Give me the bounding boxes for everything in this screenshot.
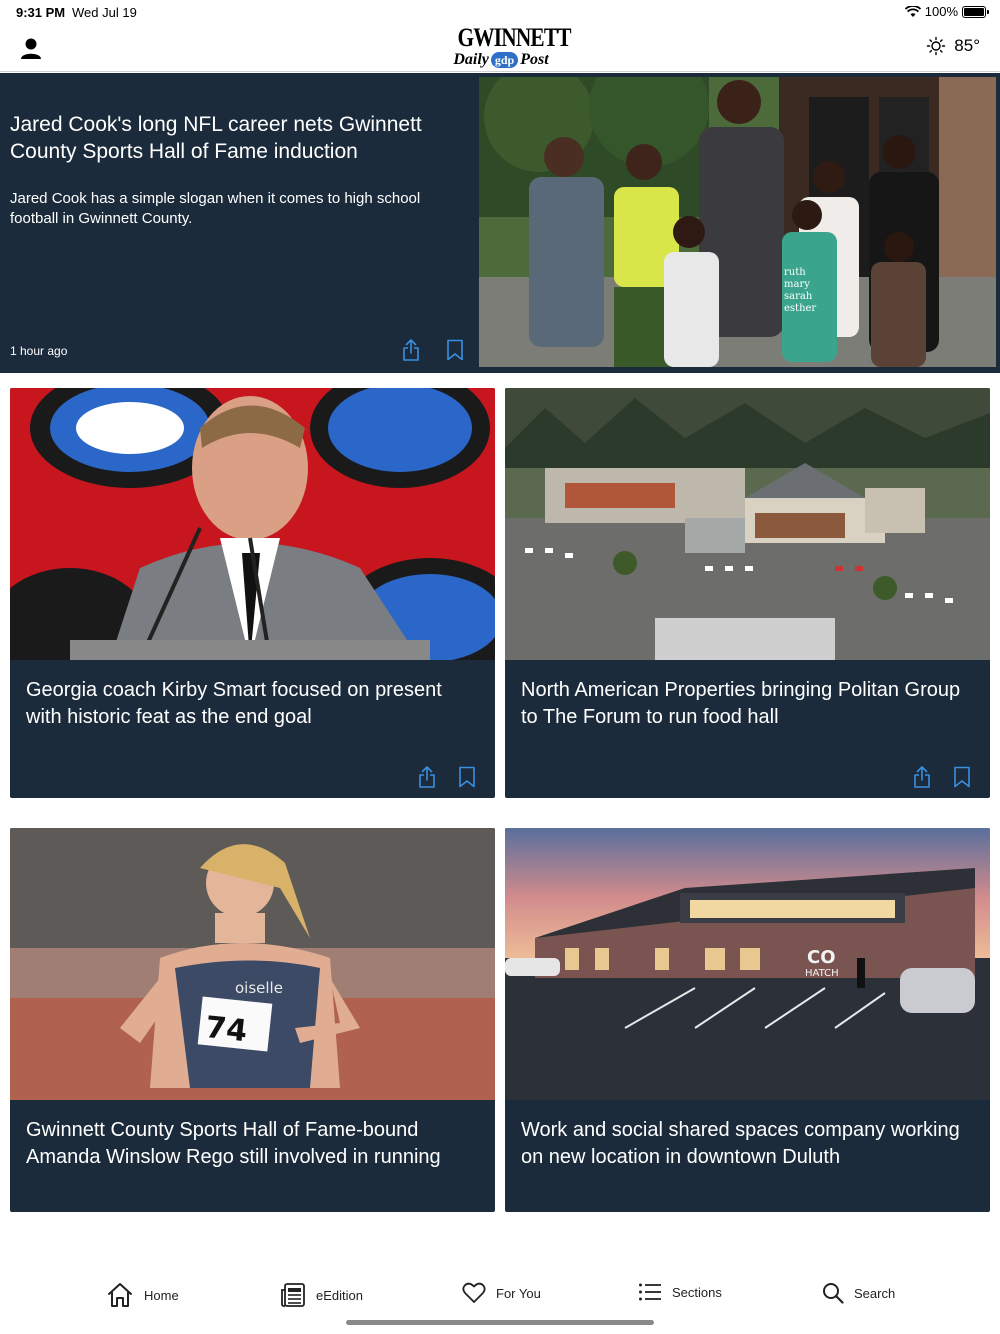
app-header: GWINNETT Daily gdp Post 85° [0,24,1000,72]
tab-sections-label: Sections [672,1284,722,1300]
bookmark-icon[interactable] [458,766,476,788]
story-headline[interactable]: North American Properties bringing Polit… [521,677,976,731]
share-icon[interactable] [402,339,420,361]
story-photo[interactable]: CO HATCH [505,828,990,1100]
tab-for-you[interactable]: For You [462,1282,541,1304]
battery-icon [962,5,989,18]
building-sign-top: CO [807,947,836,968]
hero-timestamp: 1 hour ago [10,344,68,358]
weather-widget[interactable]: 85° [926,36,980,56]
building-sign-bottom: HATCH [805,968,839,979]
home-indicator[interactable] [346,1320,654,1325]
status-date: Wed Jul 19 [72,5,137,20]
hero-headline[interactable]: Jared Cook's long NFL career nets Gwinne… [10,111,460,165]
story-photo[interactable] [505,388,990,660]
battery-percent: 100% [924,4,958,19]
heart-icon [462,1282,486,1303]
story-photo[interactable]: oiselle 74 [10,828,495,1100]
tab-eedition-label: eEdition [316,1287,363,1303]
share-icon[interactable] [913,766,931,788]
list-icon [639,1283,661,1301]
story-card[interactable]: North American Properties bringing Polit… [505,388,990,798]
story-photo[interactable] [10,388,495,660]
status-bar: 9:31 PM Wed Jul 19 100% [0,0,1000,24]
tab-home-label: Home [144,1287,179,1303]
account-icon[interactable] [16,34,46,64]
shirt-line-2: mary [784,279,810,290]
story-headline[interactable]: Georgia coach Kirby Smart focused on pre… [26,677,481,731]
logo-badge: gdp [490,52,519,68]
shirt-line-1: ruth [784,267,806,278]
jersey-brand: oiselle [235,979,283,997]
bookmark-icon[interactable] [446,339,464,361]
temperature: 85° [954,36,980,55]
tab-eedition[interactable]: eEdition [280,1282,363,1308]
status-indicators: 100% [904,4,989,19]
story-card[interactable]: oiselle 74 Gwinnett County Sports Hall o… [10,828,495,1212]
story-headline[interactable]: Work and social shared spaces company wo… [521,1117,976,1171]
logo-post: Post [520,51,549,68]
logo-wordmark: GWINNETT [457,23,572,52]
shirt-line-4: esther [784,303,816,314]
tab-search[interactable]: Search [822,1282,895,1304]
wifi-icon [904,5,921,17]
tab-sections[interactable]: Sections [638,1282,722,1302]
tab-home[interactable]: Home [106,1282,179,1308]
share-icon[interactable] [418,766,436,788]
story-card[interactable]: Georgia coach Kirby Smart focused on pre… [10,388,495,798]
gwinnett-daily-post-logo[interactable]: GWINNETT Daily gdp Post [448,23,572,70]
logo-daily: Daily [453,51,489,68]
hero-summary: Jared Cook has a simple slogan when it c… [10,190,421,227]
house-icon [108,1283,132,1307]
story-card[interactable]: CO HATCH Work and social shared spaces c… [505,828,990,1212]
hero-story[interactable]: Jared Cook's long NFL career nets Gwinne… [0,73,1000,373]
bib-number: 74 [204,1010,249,1049]
story-actions [418,766,476,788]
magnifier-icon [823,1283,844,1304]
logo-subline: Daily gdp Post [448,52,554,68]
tab-bar: Home eEdition For You Sections Search [0,1212,1000,1334]
bookmark-icon[interactable] [953,766,971,788]
newspaper-icon [281,1283,305,1307]
story-actions [913,766,971,788]
tab-search-label: Search [854,1285,896,1301]
hero-actions [402,339,464,361]
sun-icon [927,36,946,56]
tab-for-you-label: For You [496,1285,541,1301]
hero-photo[interactable]: ruth mary sarah esther [479,77,996,367]
story-headline[interactable]: Gwinnett County Sports Hall of Fame-boun… [26,1117,481,1171]
status-time: 9:31 PM [16,5,66,20]
shirt-line-3: sarah [784,291,813,302]
